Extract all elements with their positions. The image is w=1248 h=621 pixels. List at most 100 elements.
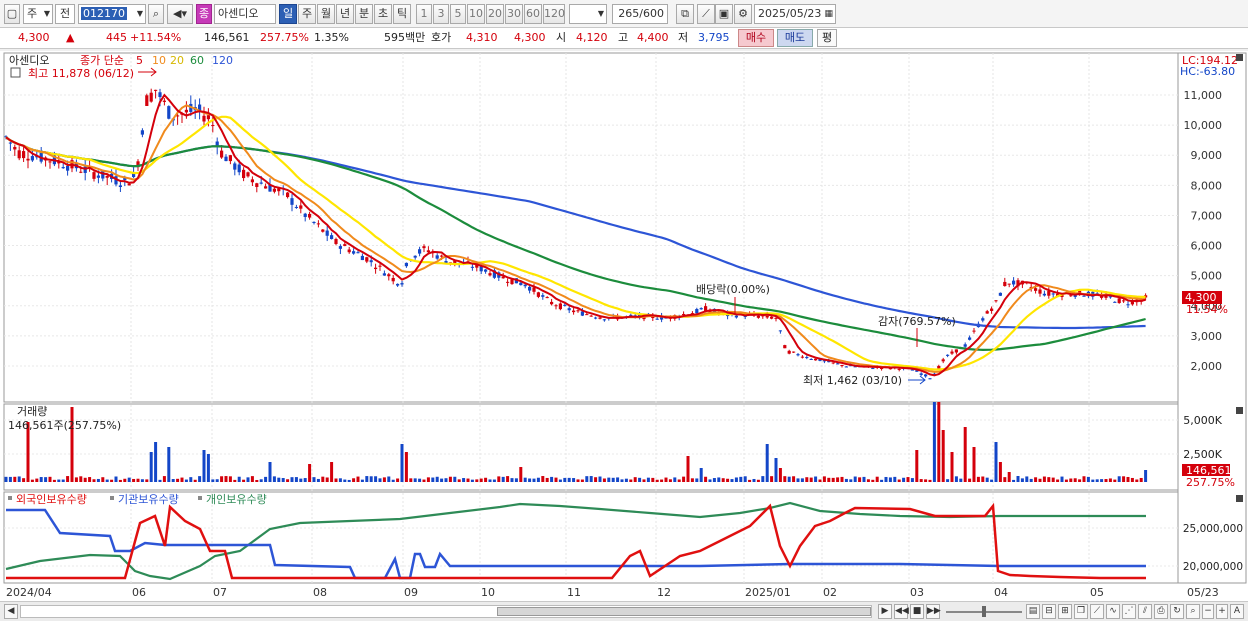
trade-value: 595백만 — [384, 31, 426, 44]
volume-bar — [633, 477, 637, 482]
volume-bar — [127, 477, 131, 482]
volume-y-tick: 5,000K — [1183, 414, 1222, 427]
dividend-marker: 배당락(0.00%) — [696, 283, 770, 296]
scroll-left-icon[interactable]: ◀ — [4, 604, 18, 619]
stock-code-input[interactable]: 012170 ▼ — [78, 4, 146, 24]
volume-bar — [1113, 479, 1117, 482]
tab-4[interactable]: 분 — [355, 4, 373, 24]
volume-bar — [1051, 477, 1055, 482]
date-field[interactable]: 2025/05/23 ▦ — [754, 4, 836, 24]
interval-button-5[interactable]: 5 — [450, 4, 466, 24]
tab-2[interactable]: 월 — [317, 4, 335, 24]
speaker-icon[interactable]: ◀▾ — [167, 4, 193, 24]
volume-bar — [862, 476, 866, 482]
low-marker: 최저 1,462 (03/10) — [803, 374, 902, 387]
layout-icon[interactable]: ▤ — [1026, 604, 1040, 619]
volume-bar — [488, 479, 492, 482]
holding-y-tick: 20,000,000 — [1183, 561, 1243, 573]
window-menu-icon[interactable]: ▢ — [4, 4, 20, 24]
buy-button[interactable]: 매수 — [738, 29, 774, 47]
sell-button[interactable]: 매도 — [777, 29, 813, 47]
refresh-icon[interactable]: ↻ — [1170, 604, 1184, 619]
candle-body — [554, 305, 558, 307]
candle-body — [567, 308, 571, 311]
interval-button-10[interactable]: 10 — [467, 4, 485, 24]
period-mode-select[interactable]: 주 ▼ — [23, 4, 53, 24]
volume-bar — [220, 476, 224, 482]
tab-0[interactable]: 일 — [279, 4, 297, 24]
interval-button-3[interactable]: 3 — [433, 4, 449, 24]
interval-button-120[interactable]: 120 — [543, 4, 565, 24]
legend-marker — [198, 496, 202, 500]
gear-icon[interactable]: ⚙ — [734, 4, 752, 24]
channel-tool-icon[interactable]: ⫽ — [1138, 604, 1152, 619]
scroll-track[interactable] — [20, 605, 872, 618]
stop-icon[interactable]: ■ — [910, 604, 924, 619]
stock-label: 아센디오 — [9, 54, 49, 67]
candle-body — [202, 115, 206, 122]
scroll-right-icon[interactable]: ▶ — [878, 604, 892, 619]
volume-bar — [558, 479, 562, 482]
candle-body — [787, 350, 791, 354]
tab-1[interactable]: 주 — [298, 4, 316, 24]
volume-bar — [734, 477, 738, 482]
fib-tool-icon[interactable]: ⋰ — [1122, 604, 1136, 619]
copy-icon[interactable]: ❐ — [1074, 604, 1088, 619]
candle-body — [1012, 280, 1016, 285]
volume-bar — [154, 442, 158, 482]
play-icon[interactable]: ▶▶ — [926, 604, 941, 619]
volume-bar — [655, 479, 659, 482]
tab-5[interactable]: 초 — [374, 4, 392, 24]
tab-3[interactable]: 년 — [336, 4, 354, 24]
search-icon[interactable]: ⌕ — [1186, 604, 1200, 619]
flat-button[interactable]: 평 — [817, 29, 837, 47]
volume-bar — [422, 479, 426, 482]
save-icon[interactable]: ▣ — [715, 4, 733, 24]
print-icon[interactable]: ⎙ — [1154, 604, 1168, 619]
count-field[interactable]: 265/600 — [612, 4, 668, 24]
interval-button-1[interactable]: 1 — [416, 4, 432, 24]
candle-body — [1069, 295, 1073, 297]
interval-button-60[interactable]: 60 — [524, 4, 542, 24]
candle-body — [440, 255, 444, 257]
ask1-value: 4,310 — [466, 31, 498, 44]
split-icon[interactable]: ⊟ — [1042, 604, 1056, 619]
interval-button-20[interactable]: 20 — [486, 4, 504, 24]
interval-input[interactable]: ▼ — [569, 4, 607, 24]
stock-chart[interactable]: 11,00010,0009,0008,0007,0006,0005,0004,0… — [0, 51, 1248, 601]
x-axis-label: 06 — [132, 586, 146, 599]
wave-tool-icon[interactable]: ∿ — [1106, 604, 1120, 619]
volume-bar — [880, 479, 884, 482]
tab-6[interactable]: 틱 — [393, 4, 411, 24]
count-total: /600 — [639, 7, 664, 20]
volume-bar — [545, 477, 549, 482]
volume-bar — [902, 477, 906, 482]
candle-icon[interactable]: ⧉ — [676, 4, 694, 24]
rewind-icon[interactable]: ◀◀ — [894, 604, 909, 619]
volume-bar — [567, 477, 571, 482]
change-percent: +11.54% — [130, 31, 182, 44]
zoom-in-icon[interactable]: + — [1216, 604, 1228, 619]
font-size-icon[interactable]: A — [1230, 604, 1244, 619]
prev-button[interactable]: 전 — [55, 4, 75, 24]
price-y-tick: 11,000 — [1184, 89, 1223, 102]
zoom-slider[interactable] — [946, 605, 1022, 618]
candle-body — [770, 316, 774, 319]
volume-bar — [1034, 477, 1038, 482]
zoom-out-icon[interactable]: − — [1202, 604, 1214, 619]
candle-body — [374, 267, 378, 270]
volume-bar — [1091, 479, 1095, 482]
volume-bar — [1042, 476, 1046, 482]
interval-button-30[interactable]: 30 — [505, 4, 523, 24]
search-icon[interactable]: ⌕ — [148, 4, 164, 24]
chart-area[interactable]: 11,000 10,000 9,000 8,000 7,000 6,000 5,000 4,0… — [0, 51, 1248, 601]
compare-icon[interactable]: ⊞ — [1058, 604, 1072, 619]
volume-bar — [620, 479, 624, 482]
scroll-thumb[interactable] — [497, 607, 871, 616]
line-tool-icon[interactable]: ⟋ — [1090, 604, 1104, 619]
draw-tool-icon[interactable]: ⟋ — [697, 4, 715, 24]
volume-bar — [413, 478, 417, 482]
volume-bar — [871, 479, 875, 482]
candle-body — [805, 356, 809, 359]
volume-bar — [145, 479, 149, 482]
